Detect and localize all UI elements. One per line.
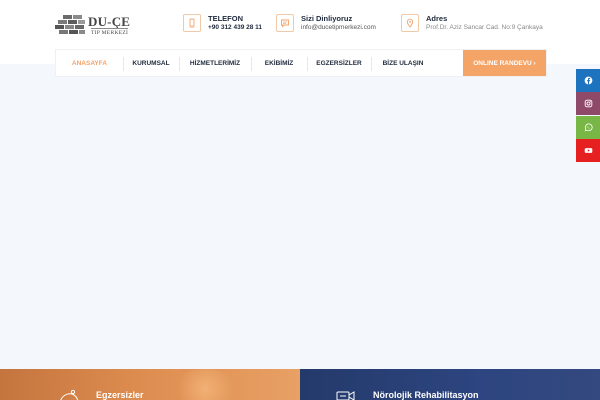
- exercises-card[interactable]: Egzersizler: [0, 369, 300, 400]
- nav-item-bize-ulasin[interactable]: BİZE ULAŞIN: [371, 50, 435, 76]
- stretch-exercise-icon: [60, 389, 79, 400]
- bricks-logo-icon: [55, 15, 85, 34]
- nav-item-kurumsal[interactable]: KURUMSAL: [123, 50, 179, 76]
- nav-item-hizmetlerimiz[interactable]: HİZMETLERİMİZ: [179, 50, 251, 76]
- contact-phone-title: TELEFON: [208, 14, 243, 23]
- nav-item-egzersizler[interactable]: EGZERSİZLER: [307, 50, 371, 76]
- contact-address-title: Adres: [426, 14, 448, 23]
- main-navigation: ANASAYFA KURUMSAL HİZMETLERİMİZ EKİBİMİZ…: [55, 49, 547, 77]
- online-appointment-button[interactable]: ONLINE RANDEVU ›: [463, 50, 546, 76]
- whatsapp-icon[interactable]: [576, 116, 600, 139]
- contact-email-value: info@ducetipmerkezi.com: [301, 24, 376, 31]
- neurological-rehab-card-title: Nörolojik Rehabilitasyon: [373, 390, 479, 400]
- nav-item-anasayfa[interactable]: ANASAYFA: [56, 50, 123, 76]
- contact-email-title: Sizi Dinliyoruz: [301, 14, 353, 23]
- nav-item-ekibimiz[interactable]: EKİBİMİZ: [251, 50, 307, 76]
- exercises-card-title: Egzersizler: [96, 390, 144, 400]
- contact-phone-value: +90 312 439 28 11: [208, 24, 263, 31]
- site-logo[interactable]: DU-ÇE TIP MERKEZİ: [55, 14, 130, 36]
- youtube-icon[interactable]: [576, 139, 600, 162]
- logo-subtitle: TIP MERKEZİ: [91, 28, 129, 36]
- location-pin-icon: [401, 14, 419, 32]
- neurological-rehab-card[interactable]: Nörolojik Rehabilitasyon: [300, 369, 600, 400]
- facebook-icon[interactable]: [576, 69, 600, 92]
- page: DU-ÇE TIP MERKEZİ TELEFON +90 312 439 28…: [0, 0, 600, 400]
- contact-address-value: Prof.Dr. Aziz Sancar Cad. No:9 Çankaya: [426, 24, 543, 31]
- chat-icon: [276, 14, 294, 32]
- card-background-glow: [170, 369, 240, 400]
- rehabilitation-icon: [336, 391, 355, 400]
- phone-icon: [183, 14, 201, 32]
- instagram-icon[interactable]: [576, 92, 600, 115]
